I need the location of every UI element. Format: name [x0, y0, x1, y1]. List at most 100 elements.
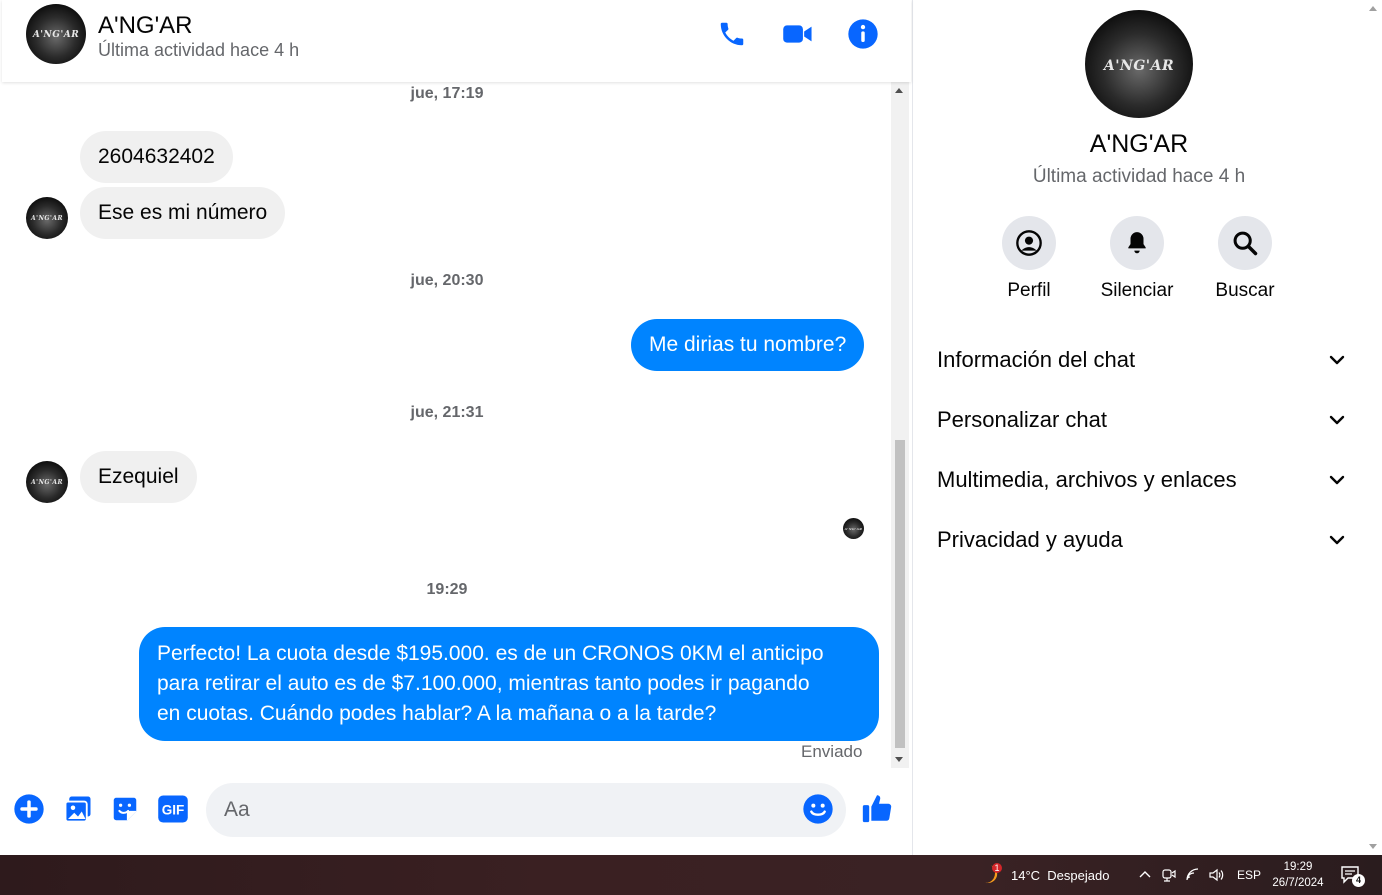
incoming-message[interactable]: Ezequiel [80, 451, 197, 503]
message-scrollbar[interactable] [891, 82, 909, 768]
speaker-icon [1209, 868, 1224, 882]
chevron-down-icon [1329, 475, 1345, 485]
chat-header: A'NG'AR A'NG'AR Última actividad hace 4 … [2, 0, 911, 82]
clock-time: 19:29 [1283, 861, 1313, 873]
contact-status: Última actividad hace 4 h [98, 40, 300, 60]
user-circle-icon [1016, 230, 1042, 256]
conversation-info-panel: A'NG'AR A'NG'AR Última actividad hace 4 … [912, 0, 1364, 855]
timestamp: jue, 20:30 [410, 272, 484, 289]
weather-widget[interactable]: 1 14°C Despejado [978, 855, 1109, 895]
avatar-logo-text: A'NG'AR [30, 479, 64, 487]
clock-date: 26/7/2024 [1272, 877, 1324, 889]
video-call-button[interactable] [780, 16, 816, 52]
chevron-up-icon [1139, 871, 1151, 878]
message-input[interactable] [206, 783, 846, 837]
phone-icon [720, 22, 744, 46]
section-customize-chat[interactable]: Personalizar chat [937, 400, 1347, 440]
section-media-files-links[interactable]: Multimedia, archivos y enlaces [937, 460, 1347, 500]
weather-text: 14°C Despejado [1011, 867, 1110, 883]
outgoing-message[interactable]: Perfecto! La cuota desde $195.000. es de… [139, 627, 879, 741]
info-panel-scrollbar[interactable] [1364, 0, 1382, 855]
smiley-icon [803, 794, 833, 824]
scroll-down-arrow-icon[interactable] [895, 757, 903, 762]
search-action[interactable]: Buscar [1195, 216, 1295, 302]
message-line: Perfecto! La cuota desde $195.000. es de… [157, 642, 824, 665]
action-label: Buscar [1215, 280, 1275, 301]
chat-panel: A'NG'AR A'NG'AR Última actividad hace 4 … [2, 0, 911, 855]
incoming-message[interactable]: 2604632402 [80, 131, 233, 183]
scroll-thumb[interactable] [895, 440, 905, 748]
avatar-logo-text: A'NG'AR [32, 30, 80, 41]
info-icon [848, 19, 878, 49]
chevron-down-icon [1329, 415, 1345, 425]
chevron-down-icon [1329, 535, 1345, 545]
action-label: Silenciar [1100, 280, 1174, 301]
profile-status: Última actividad hace 4 h [1032, 166, 1246, 187]
bell-icon [1128, 232, 1146, 254]
timestamp: 19:29 [426, 581, 468, 598]
section-chat-info[interactable]: Información del chat [937, 340, 1347, 380]
wifi-icon [1186, 868, 1199, 881]
sender-avatar[interactable]: A'NG'AR [26, 461, 68, 503]
sender-avatar[interactable]: A'NG'AR [26, 197, 68, 239]
profile-action[interactable]: Perfil [979, 216, 1079, 302]
profile-button[interactable] [1002, 216, 1056, 270]
camera-status-button[interactable] [1161, 855, 1177, 895]
search-icon [1233, 231, 1258, 256]
send-like-button[interactable] [860, 791, 896, 827]
windows-taskbar: 1 14°C Despejado ESP 19:29 26/7/2024 4 [0, 855, 1382, 895]
notifications-button[interactable]: 4 [1340, 855, 1365, 895]
contact-name[interactable]: A'NG'AR [98, 12, 193, 40]
gif-icon: GIF [158, 795, 188, 823]
scroll-up-arrow-icon[interactable] [895, 88, 903, 93]
section-label: Información del chat [937, 347, 1136, 372]
input-language-button[interactable]: ESP [1237, 855, 1261, 895]
show-hidden-icons-button[interactable] [1138, 855, 1152, 895]
clock-button[interactable]: 19:29 26/7/2024 [1266, 855, 1330, 895]
section-privacy-help[interactable]: Privacidad y ayuda [937, 520, 1347, 560]
read-receipt-avatar: A'NG'AR [843, 518, 864, 539]
volume-button[interactable] [1208, 855, 1226, 895]
scroll-up-arrow-icon[interactable] [1369, 6, 1377, 11]
svg-text:GIF: GIF [162, 803, 185, 818]
mute-button[interactable] [1110, 216, 1164, 270]
section-label: Personalizar chat [937, 407, 1107, 432]
video-camera-icon [783, 25, 812, 43]
avatar-logo-text: A'NG'AR [1103, 57, 1175, 74]
photo-gallery-icon [64, 796, 91, 823]
sticker-button[interactable] [108, 792, 142, 826]
timestamp: jue, 17:19 [410, 85, 484, 102]
message-list: jue, 17:19 2604632402 A'NG'AR Ese es mi … [2, 82, 892, 775]
emoji-button[interactable] [802, 793, 834, 825]
message-composer: GIF [2, 775, 911, 855]
attach-media-button[interactable] [61, 792, 95, 826]
delivery-status: Enviado [801, 742, 863, 761]
gif-button[interactable]: GIF [156, 792, 190, 826]
weather-badge: 1 [994, 863, 1000, 873]
message-line: en cuotas. Cuándo podes hablar? A la mañ… [157, 702, 717, 725]
voice-call-button[interactable] [714, 16, 750, 52]
incoming-message[interactable]: Ese es mi número [80, 187, 286, 239]
thumbs-up-icon [862, 795, 892, 823]
outgoing-message[interactable]: Me dirias tu nombre? [631, 319, 865, 371]
contact-avatar[interactable]: A'NG'AR [26, 4, 86, 64]
search-button[interactable] [1218, 216, 1272, 270]
plus-circle-icon [14, 794, 44, 824]
conversation-info-button[interactable] [845, 16, 881, 52]
section-label: Multimedia, archivos y enlaces [937, 467, 1237, 492]
action-label: Perfil [1007, 280, 1051, 301]
avatar-logo-text: A'NG'AR [30, 215, 64, 223]
scroll-down-arrow-icon[interactable] [1369, 844, 1377, 849]
messenger-window: A'NG'AR A'NG'AR Última actividad hace 4 … [0, 0, 1382, 855]
avatar-logo-text: A'NG'AR [844, 527, 863, 532]
chevron-down-icon [1329, 355, 1345, 365]
notification-count-badge: 4 [1352, 874, 1365, 887]
profile-name[interactable]: A'NG'AR [913, 130, 1365, 159]
sticker-icon [113, 797, 137, 821]
profile-avatar[interactable]: A'NG'AR [1085, 10, 1193, 118]
mute-action[interactable]: Silenciar [1087, 216, 1187, 302]
camera-icon [1162, 869, 1176, 882]
network-button[interactable] [1185, 855, 1201, 895]
more-actions-button[interactable] [12, 792, 46, 826]
timestamp: jue, 21:31 [410, 404, 484, 421]
